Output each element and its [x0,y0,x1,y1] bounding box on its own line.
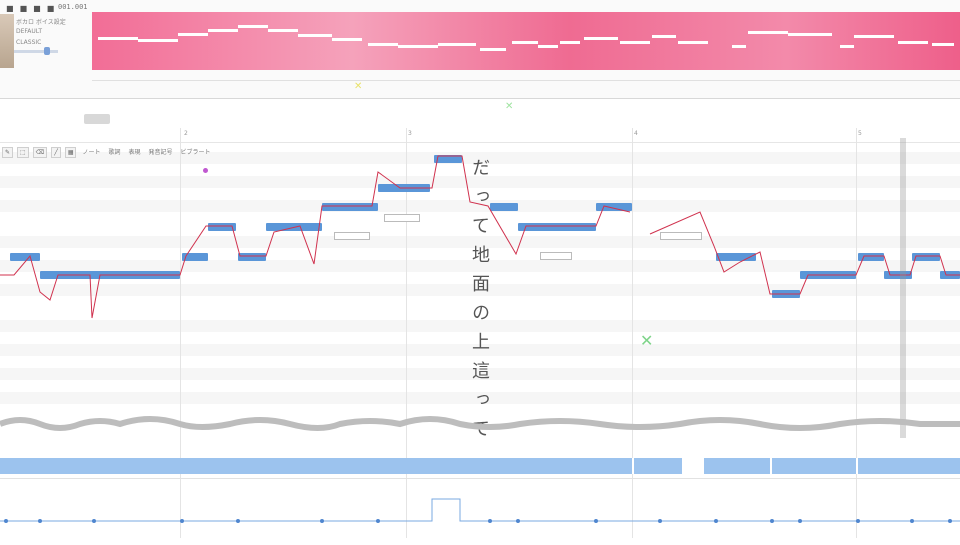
vibrato-box[interactable] [660,232,702,240]
voice-preset[interactable]: CLASSIC [16,39,41,46]
time-readout: 001.001 [58,3,88,11]
parameter-editor[interactable] [0,478,960,541]
vibrato-box[interactable] [334,232,370,240]
phoneme-strip[interactable] [0,458,960,474]
phoneme-block[interactable] [180,458,239,474]
marker-dot [203,168,208,173]
loop-icon[interactable]: ■ [47,4,55,13]
marker-cross-icon: ✕ [354,81,363,92]
phoneme-block[interactable] [596,458,633,474]
phoneme-block[interactable] [858,458,960,474]
bar-number: 4 [634,130,638,137]
phoneme-block[interactable] [704,458,771,474]
track-tab[interactable] [84,114,110,124]
phoneme-block[interactable] [238,458,323,474]
stop-icon[interactable]: ■ [33,4,41,13]
volume-slider[interactable] [14,50,58,53]
phoneme-block[interactable] [0,458,41,474]
parameter-curve [0,498,960,523]
vibrato-box[interactable] [384,214,420,222]
phoneme-block[interactable] [490,458,597,474]
voice-name[interactable]: ボカロ ボイス設定 [16,17,66,26]
phoneme-block[interactable] [432,458,491,474]
audio-waveform [0,416,960,431]
bar-number: 2 [184,130,188,137]
lyric-overlay: だって地面の上這って [469,158,490,448]
phoneme-block[interactable] [634,458,683,474]
playhead[interactable] [900,138,906,438]
play-icon[interactable]: ■ [20,4,28,13]
measure-ruler[interactable]: 2 3 4 5 [0,128,960,143]
transport-controls: ■ ■ ■ ■ [6,2,54,14]
bar-number: 3 [408,130,412,137]
bar-number: 5 [858,130,862,137]
rewind-icon[interactable]: ■ [6,4,14,13]
voice-avatar [0,14,14,68]
phoneme-block[interactable] [772,458,857,474]
phoneme-block[interactable] [322,458,433,474]
vibrato-box[interactable] [540,252,572,260]
volume-slider-handle[interactable] [44,47,50,55]
phoneme-block[interactable] [90,458,181,474]
marker-cross-icon: ✕ [505,101,514,112]
overview-scrollbar[interactable] [92,70,960,81]
marker-cross-icon: ✕ [640,331,654,350]
voice-style[interactable]: DEFAULT [16,28,42,35]
overview-pitch-line [98,25,954,51]
track-overview-region[interactable] [92,12,960,70]
phoneme-block[interactable] [40,458,91,474]
